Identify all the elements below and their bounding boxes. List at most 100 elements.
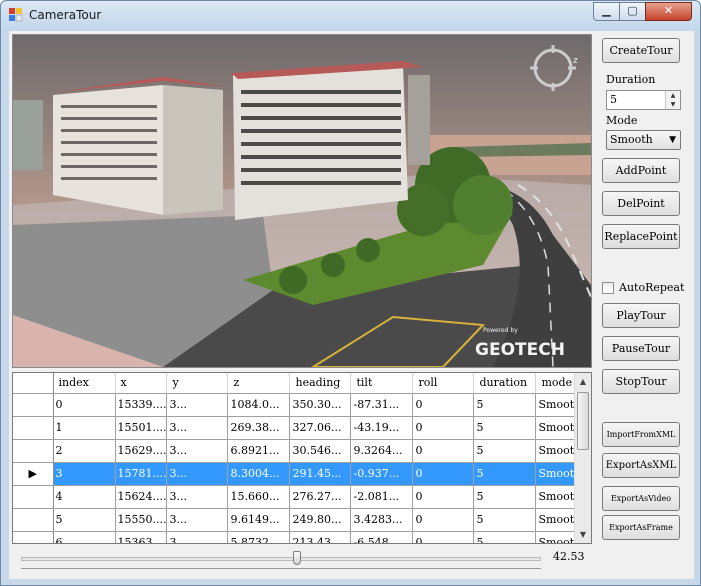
scroll-up-icon[interactable]: ▲ — [575, 373, 591, 390]
cell-tilt[interactable]: -2.081... — [350, 485, 414, 509]
cell-index[interactable]: 0 — [53, 393, 116, 417]
cell-x[interactable]: 15501.... — [115, 416, 168, 440]
play-tour-button[interactable]: PlayTour — [602, 303, 680, 328]
cell-y[interactable]: 3... — [166, 531, 229, 543]
cell-roll[interactable]: 0 — [412, 439, 475, 463]
cell-heading[interactable]: 249.80... — [289, 508, 352, 532]
cell-z[interactable]: 1084.0... — [227, 393, 291, 417]
cell-z[interactable]: 8.3004... — [227, 462, 291, 486]
export-xml-button[interactable]: ExportAsXML — [602, 453, 680, 478]
map-3d-viewport[interactable]: z Powered by GEOTECH — [12, 34, 592, 368]
maximize-button[interactable]: ▢ — [619, 2, 646, 21]
row-header[interactable] — [13, 416, 54, 440]
cell-x[interactable]: 15781.... — [115, 462, 168, 486]
cell-x[interactable]: 15339.... — [115, 393, 168, 417]
tour-points-grid[interactable]: index x y z heading tilt roll duration m… — [12, 372, 592, 544]
cell-y[interactable]: 3... — [166, 508, 229, 532]
close-button[interactable]: ✕ — [645, 2, 692, 21]
grid-vertical-scrollbar[interactable]: ▲ ▼ — [574, 373, 591, 543]
cell-x[interactable]: 15363.... — [115, 531, 168, 543]
cell-duration[interactable]: 5 — [473, 508, 537, 532]
cell-duration[interactable]: 5 — [473, 439, 537, 463]
scroll-down-icon[interactable]: ▼ — [575, 526, 591, 543]
pause-tour-button[interactable]: PauseTour — [602, 336, 680, 361]
cell-roll[interactable]: 0 — [412, 416, 475, 440]
cell-tilt[interactable]: -0.937... — [350, 462, 414, 486]
create-tour-button[interactable]: CreateTour — [602, 38, 680, 63]
cell-index[interactable]: 1 — [53, 416, 116, 440]
cell-index[interactable]: 2 — [53, 439, 116, 463]
cell-roll[interactable]: 0 — [412, 485, 475, 509]
cell-duration[interactable]: 5 — [473, 462, 537, 486]
export-frame-button[interactable]: ExportAsFrame — [602, 515, 680, 540]
cell-y[interactable]: 3... — [166, 462, 229, 486]
column-header-heading[interactable]: heading — [289, 373, 352, 394]
cell-y[interactable]: 3... — [166, 439, 229, 463]
column-header-index[interactable]: index — [53, 373, 116, 394]
cell-tilt[interactable]: 9.3264... — [350, 439, 414, 463]
column-header-tilt[interactable]: tilt — [350, 373, 414, 394]
timeline-slider-thumb[interactable] — [292, 551, 301, 565]
row-header[interactable] — [13, 531, 54, 543]
cell-roll[interactable]: 0 — [412, 531, 475, 543]
cell-z[interactable]: 269.38... — [227, 416, 291, 440]
cell-y[interactable]: 3... — [166, 416, 229, 440]
export-video-button[interactable]: ExportAsVideo — [602, 486, 680, 511]
current-row-pointer-icon[interactable]: ▶ — [13, 462, 54, 486]
cell-x[interactable]: 15550.... — [115, 508, 168, 532]
cell-roll[interactable]: 0 — [412, 462, 475, 486]
table-row[interactable]: 5 15550.... 3... 9.6149... 249.80... 3.4283..… — [13, 508, 585, 532]
cell-y[interactable]: 3... — [166, 393, 229, 417]
column-header-x[interactable]: x — [115, 373, 168, 394]
row-header[interactable] — [13, 439, 54, 463]
cell-roll[interactable]: 0 — [412, 393, 475, 417]
dropdown-arrow-icon[interactable]: ▼ — [669, 131, 676, 149]
add-point-button[interactable]: AddPoint — [602, 158, 680, 183]
duration-spinner[interactable]: ▲ ▼ — [665, 91, 680, 109]
auto-repeat-box[interactable] — [602, 282, 614, 294]
title-bar[interactable]: CameraTour ▁ ▢ ✕ — [1, 1, 700, 31]
auto-repeat-checkbox[interactable]: AutoRepeat — [600, 280, 690, 296]
cell-y[interactable]: 3... — [166, 485, 229, 509]
duration-input[interactable]: 5 ▲ ▼ — [606, 90, 681, 110]
cell-heading[interactable]: 276.27... — [289, 485, 352, 509]
cell-heading[interactable]: 30.546... — [289, 439, 352, 463]
cell-heading[interactable]: 291.45... — [289, 462, 352, 486]
row-header[interactable] — [13, 485, 54, 509]
column-header-z[interactable]: z — [227, 373, 291, 394]
import-xml-button[interactable]: ImportFromXML — [602, 422, 680, 447]
cell-duration[interactable]: 5 — [473, 393, 537, 417]
scroll-thumb[interactable] — [577, 392, 589, 450]
spin-down-icon[interactable]: ▼ — [666, 100, 680, 109]
row-header[interactable] — [13, 393, 54, 417]
table-row[interactable]: 6 15363.... 3... 5.8732... 213.43... -6.548..… — [13, 531, 585, 543]
cell-x[interactable]: 15629.... — [115, 439, 168, 463]
cell-heading[interactable]: 213.43... — [289, 531, 352, 543]
cell-z[interactable]: 6.8921... — [227, 439, 291, 463]
cell-z[interactable]: 15.660... — [227, 485, 291, 509]
cell-tilt[interactable]: -43.19... — [350, 416, 414, 440]
row-header[interactable] — [13, 508, 54, 532]
cell-duration[interactable]: 5 — [473, 416, 537, 440]
cell-duration[interactable]: 5 — [473, 485, 537, 509]
table-row[interactable]: 4 15624.... 3... 15.660... 276.27... -2.081..… — [13, 485, 585, 509]
replace-point-button[interactable]: ReplacePoint — [602, 224, 680, 249]
cell-tilt[interactable]: -87.31... — [350, 393, 414, 417]
table-row[interactable]: 0 15339.... 3... 1084.0... 350.30... -87.31..… — [13, 393, 585, 417]
timeline-slider-track[interactable] — [21, 557, 541, 561]
column-header-duration[interactable]: duration — [473, 373, 537, 394]
cell-z[interactable]: 5.8732... — [227, 531, 291, 543]
stop-tour-button[interactable]: StopTour — [602, 369, 680, 394]
cell-index[interactable]: 4 — [53, 485, 116, 509]
minimize-button[interactable]: ▁ — [593, 2, 620, 21]
cell-heading[interactable]: 350.30... — [289, 393, 352, 417]
mode-select[interactable]: Smooth ▼ — [606, 130, 681, 150]
cell-tilt[interactable]: -6.548... — [350, 531, 414, 543]
cell-x[interactable]: 15624.... — [115, 485, 168, 509]
table-row[interactable]: 1 15501.... 3... 269.38... 327.06... -43.19..… — [13, 416, 585, 440]
table-row[interactable]: ▶ 3 15781.... 3... 8.3004... 291.45... -0.937.… — [13, 462, 585, 486]
cell-index[interactable]: 5 — [53, 508, 116, 532]
cell-heading[interactable]: 327.06... — [289, 416, 352, 440]
column-header-roll[interactable]: roll — [412, 373, 475, 394]
cell-roll[interactable]: 0 — [412, 508, 475, 532]
